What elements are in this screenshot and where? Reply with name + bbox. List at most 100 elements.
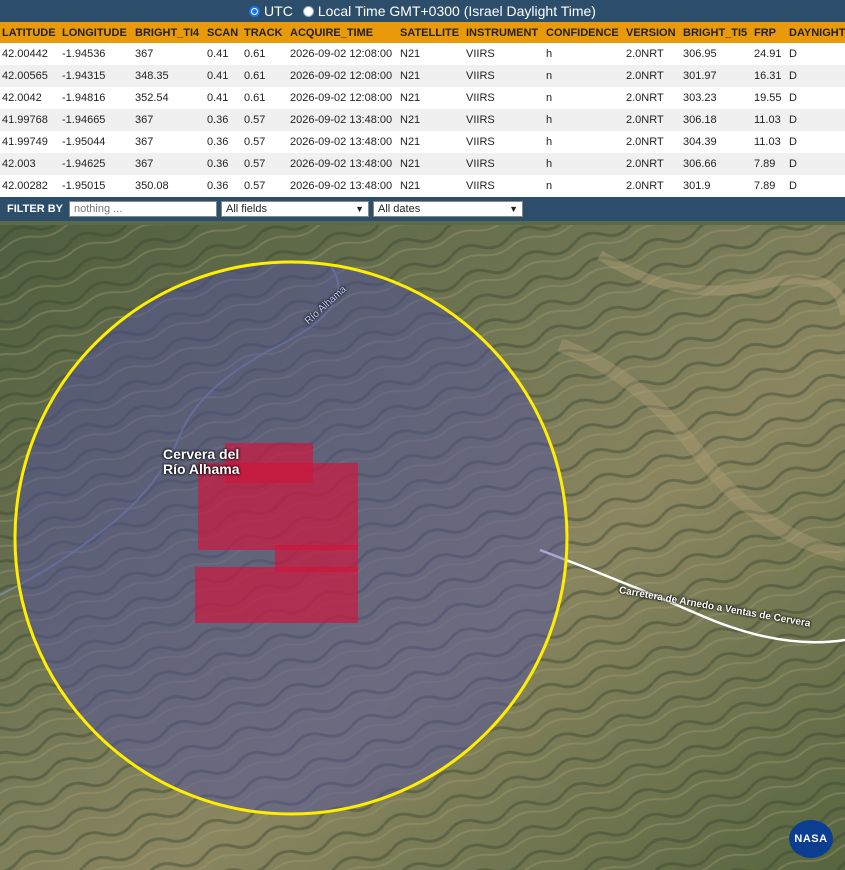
field-select[interactable]: All fields ▼ [221, 201, 370, 217]
time-mode-bar: UTC Local Time GMT+0300 (Israel Daylight… [0, 0, 845, 22]
column-header-bright-ti5[interactable]: BRIGHT_TI5 [681, 22, 752, 43]
table-cell: 303.23 [681, 87, 752, 109]
table-cell: n [544, 175, 624, 197]
column-header-track[interactable]: TRACK [242, 22, 288, 43]
table-cell: 0.36 [205, 175, 242, 197]
table-cell: h [544, 153, 624, 175]
table-cell: 2.0NRT [624, 43, 681, 65]
table-cell: -1.94536 [60, 43, 133, 65]
utc-radio[interactable] [249, 5, 261, 17]
table-cell: -1.94625 [60, 153, 133, 175]
table-cell: 367 [133, 131, 205, 153]
table-row[interactable]: 42.0042 -1.94816 352.54 0.41 0.61 2026-09-02 … [0, 87, 845, 109]
table-cell: 2026-09-02 12:08:00 [288, 87, 398, 109]
column-header-acquire-time[interactable]: ACQUIRE_TIME [288, 22, 398, 43]
fire-pixel[interactable] [275, 545, 358, 572]
table-cell: D [787, 65, 845, 87]
table-cell: n [544, 87, 624, 109]
satellite-map[interactable]: Cervera del Río Alhama Río Alhama Carret… [0, 225, 845, 870]
local-time-radio[interactable] [302, 5, 314, 17]
table-cell: 306.95 [681, 43, 752, 65]
column-header-daynight[interactable]: DAYNIGHT [787, 22, 845, 43]
table-cell: 0.36 [205, 153, 242, 175]
table-cell: 7.89 [752, 175, 787, 197]
table-cell: 0.57 [242, 175, 288, 197]
column-header-longitude[interactable]: LONGITUDE [60, 22, 133, 43]
local-time-option[interactable]: Local Time GMT+0300 (Israel Daylight Tim… [302, 3, 596, 19]
table-cell: h [544, 131, 624, 153]
table-cell: 11.03 [752, 131, 787, 153]
column-header-latitude[interactable]: LATITUDE [0, 22, 60, 43]
table-cell: VIIRS [464, 109, 544, 131]
table-header-row: LATITUDE LONGITUDE BRIGHT_TI4 SCAN TRACK ACQU… [0, 22, 845, 43]
table-cell: 24.91 [752, 43, 787, 65]
table-cell: h [544, 109, 624, 131]
table-cell: D [787, 175, 845, 197]
utc-option[interactable]: UTC [249, 3, 293, 19]
table-cell: 0.36 [205, 109, 242, 131]
table-body: 42.00442 -1.94536 367 0.41 0.61 2026-09-02 12… [0, 43, 845, 197]
filter-label: FILTER BY [7, 203, 64, 215]
column-header-confidence[interactable]: CONFIDENCE [544, 22, 624, 43]
column-header-scan[interactable]: SCAN [205, 22, 242, 43]
table-cell: N21 [398, 87, 464, 109]
column-header-bright-ti4[interactable]: BRIGHT_TI4 [133, 22, 205, 43]
filter-input[interactable] [69, 201, 218, 217]
table-cell: VIIRS [464, 153, 544, 175]
table-cell: -1.94816 [60, 87, 133, 109]
table-cell: VIIRS [464, 131, 544, 153]
table-cell: -1.94665 [60, 109, 133, 131]
date-select[interactable]: All dates ▼ [373, 201, 524, 217]
column-header-instrument[interactable]: INSTRUMENT [464, 22, 544, 43]
table-cell: 0.57 [242, 131, 288, 153]
table-row[interactable]: 41.99749 -1.95044 367 0.36 0.57 2026-09-02 13… [0, 131, 845, 153]
table-cell: 2026-09-02 12:08:00 [288, 43, 398, 65]
table-cell: 350.08 [133, 175, 205, 197]
table-row[interactable]: 42.00442 -1.94536 367 0.41 0.61 2026-09-02 12… [0, 43, 845, 65]
table-cell: 2026-09-02 13:48:00 [288, 131, 398, 153]
column-header-satellite[interactable]: SATELLITE [398, 22, 464, 43]
table-cell: h [544, 43, 624, 65]
fire-pixel[interactable] [195, 567, 358, 623]
table-cell: VIIRS [464, 65, 544, 87]
table-cell: 2026-09-02 13:48:00 [288, 109, 398, 131]
table-row[interactable]: 42.00282 -1.95015 350.08 0.36 0.57 2026-09-02… [0, 175, 845, 197]
table-row[interactable]: 42.00565 -1.94315 348.35 0.41 0.61 2026-09-02… [0, 65, 845, 87]
table-cell: 0.57 [242, 153, 288, 175]
table-cell: 0.36 [205, 131, 242, 153]
table-cell: 352.54 [133, 87, 205, 109]
table-cell: D [787, 109, 845, 131]
table-cell: 0.41 [205, 87, 242, 109]
table-cell: VIIRS [464, 87, 544, 109]
table-cell: 2026-09-02 13:48:00 [288, 153, 398, 175]
nasa-logo: NASA [789, 820, 833, 858]
table-cell: 2.0NRT [624, 131, 681, 153]
table-cell: 2.0NRT [624, 153, 681, 175]
chevron-down-icon: ▼ [355, 204, 365, 214]
column-header-frp[interactable]: FRP [752, 22, 787, 43]
table-cell: D [787, 43, 845, 65]
table-cell: VIIRS [464, 43, 544, 65]
table-cell: 42.00282 [0, 175, 60, 197]
table-cell: 367 [133, 153, 205, 175]
table-row[interactable]: 41.99768 -1.94665 367 0.36 0.57 2026-09-02 13… [0, 109, 845, 131]
table-cell: 0.61 [242, 65, 288, 87]
chevron-down-icon: ▼ [509, 204, 519, 214]
utc-label: UTC [264, 3, 293, 19]
table-cell: 2.0NRT [624, 175, 681, 197]
table-cell: 41.99749 [0, 131, 60, 153]
table-cell: 301.9 [681, 175, 752, 197]
table-cell: 0.61 [242, 87, 288, 109]
table-cell: 301.97 [681, 65, 752, 87]
table-cell: n [544, 65, 624, 87]
table-cell: N21 [398, 43, 464, 65]
table-cell: 42.0042 [0, 87, 60, 109]
column-header-version[interactable]: VERSION [624, 22, 681, 43]
table-cell: D [787, 87, 845, 109]
date-select-value: All dates [378, 203, 421, 215]
table-cell: 2.0NRT [624, 87, 681, 109]
table-cell: 42.00565 [0, 65, 60, 87]
table-row[interactable]: 42.003 -1.94625 367 0.36 0.57 2026-09-02 13:4… [0, 153, 845, 175]
table-cell: 2026-09-02 13:48:00 [288, 175, 398, 197]
table-cell: 0.41 [205, 43, 242, 65]
